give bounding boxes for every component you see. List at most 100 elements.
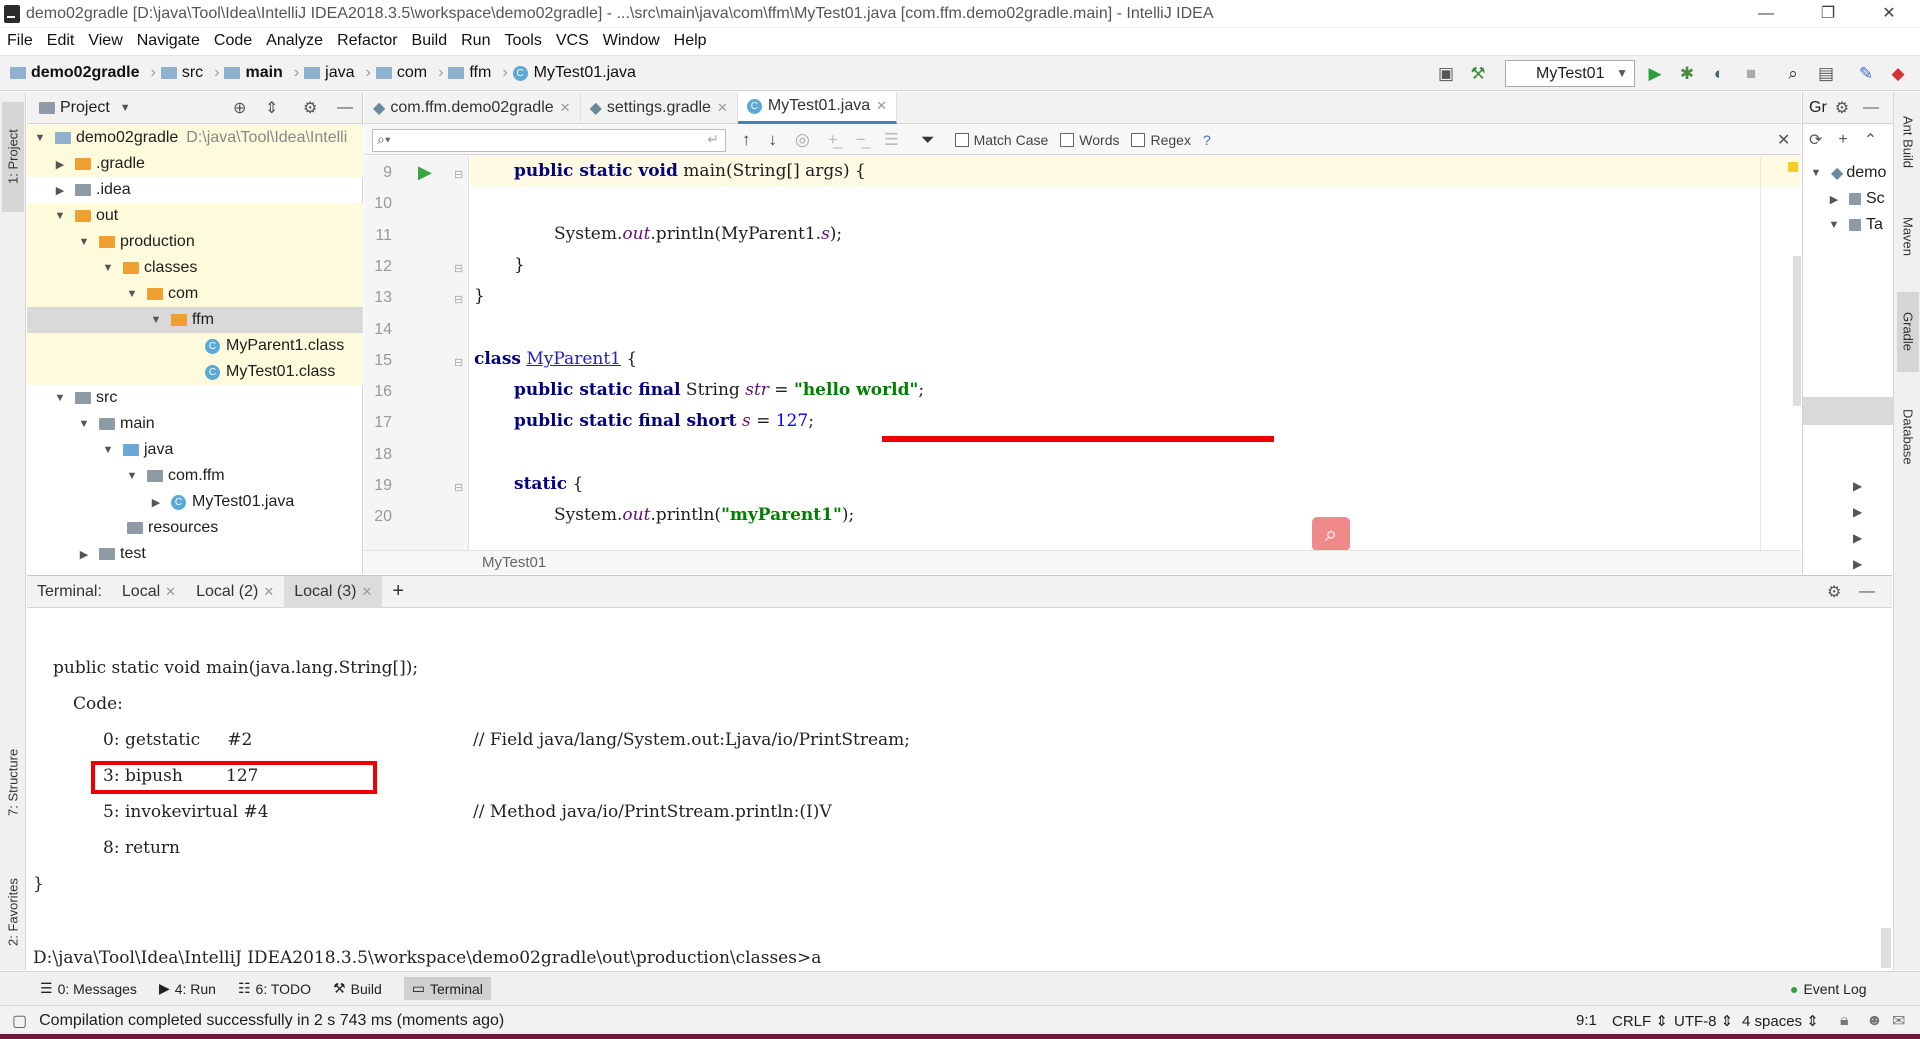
new-terminal-button[interactable]: + xyxy=(382,576,414,608)
encoding-select[interactable]: UTF-8 ⇕ xyxy=(1674,1012,1733,1030)
inspection-status-icon[interactable] xyxy=(1788,162,1798,172)
code-area[interactable]: public static void main(String[] args) {… xyxy=(470,156,1801,551)
project-view-select[interactable]: Project xyxy=(60,99,110,117)
tree-item-main[interactable]: ▼ main xyxy=(27,411,363,437)
fold-marker-icon[interactable]: ⊟ xyxy=(454,481,463,494)
project-tool-tab[interactable]: 1: Project xyxy=(2,102,24,212)
breadcrumb-src[interactable]: src xyxy=(160,64,203,82)
tab-com-ffm-demo02gradle[interactable]: ◆ com.ffm.demo02gradle ✕ xyxy=(364,91,581,124)
tree-item-resources[interactable]: resources xyxy=(27,515,363,541)
filter-icon[interactable]: ⏷ xyxy=(921,130,935,150)
close-tab-icon[interactable]: ✕ xyxy=(717,100,728,116)
settings-gear-icon[interactable]: ⚙ xyxy=(303,98,317,118)
menu-vcs[interactable]: VCS xyxy=(556,28,589,54)
menu-view[interactable]: View xyxy=(88,28,122,54)
status-layout-icon[interactable]: ▢ xyxy=(12,1011,27,1031)
line-separator-select[interactable]: CRLF ⇕ xyxy=(1612,1012,1668,1030)
tab-mytest01-java[interactable]: C MyTest01.java ✕ xyxy=(737,91,898,124)
regex-help-link[interactable]: ? xyxy=(1203,132,1211,148)
event-log-tool-tab[interactable]: ● Event Log xyxy=(1790,981,1867,997)
add-icon[interactable]: + xyxy=(1838,131,1847,149)
find-all-icon[interactable]: ◎ xyxy=(795,130,810,150)
debug-bug-icon[interactable]: ✱ xyxy=(1677,64,1697,84)
tree-item-myparent1-class[interactable]: C MyParent1.class xyxy=(27,333,363,359)
tree-item-mytest01-class[interactable]: C MyTest01.class xyxy=(27,359,363,385)
fold-marker-icon[interactable]: ⊟ xyxy=(454,168,463,181)
run-gutter-icon[interactable]: ▶ xyxy=(418,162,432,183)
menu-help[interactable]: Help xyxy=(674,28,707,54)
menu-analyze[interactable]: Analyze xyxy=(266,28,323,54)
close-tab-icon[interactable]: ✕ xyxy=(165,584,176,600)
terminal-prompt[interactable]: D:\java\Tool\Idea\IntelliJ IDEA2018.3.5\… xyxy=(33,948,821,968)
close-tab-icon[interactable]: ✕ xyxy=(263,584,274,600)
gradle-tool-tab[interactable]: Gradle xyxy=(1897,292,1919,372)
collapse-icon[interactable]: ⌃ xyxy=(1864,130,1877,150)
tree-item-production[interactable]: ▼ production xyxy=(27,229,363,255)
restore-button[interactable]: ❐ xyxy=(1805,0,1851,28)
coverage-icon[interactable]: ◐ xyxy=(1709,64,1729,84)
collapsed-arrow-icon[interactable]: ▶ xyxy=(1853,531,1862,545)
terminal-tab-local[interactable]: Local ✕ xyxy=(112,576,186,608)
previous-occurrence-icon[interactable]: ↑ xyxy=(742,130,751,150)
database-tool-tab[interactable]: Database xyxy=(1897,392,1919,482)
menu-run[interactable]: Run xyxy=(461,28,490,54)
project-structure-icon[interactable]: ▤ xyxy=(1816,64,1836,84)
breadcrumb-main[interactable]: main xyxy=(224,64,283,82)
breadcrumb-com[interactable]: com xyxy=(375,64,427,82)
lock-icon[interactable]: 🔒︎ xyxy=(1840,1012,1849,1030)
close-find-icon[interactable]: ✕ xyxy=(1777,130,1790,150)
hide-panel-icon[interactable]: — xyxy=(337,99,353,117)
run-tool-tab[interactable]: ▶ 4: Run xyxy=(159,980,216,997)
plugin-icon[interactable]: ◆ xyxy=(1888,64,1908,84)
tree-item-src[interactable]: ▼ src xyxy=(27,385,363,411)
floating-search-icon[interactable]: ⌕ xyxy=(1312,517,1350,551)
structure-tool-tab[interactable]: 7: Structure xyxy=(2,732,24,832)
terminal-tab-local-2[interactable]: Local (2) ✕ xyxy=(186,576,284,608)
next-occurrence-icon[interactable]: ↓ xyxy=(769,130,778,150)
gradle-tree-tasks[interactable]: ▼ Ta xyxy=(1803,212,1893,238)
close-tab-icon[interactable]: ✕ xyxy=(361,584,372,600)
ant-build-tool-tab[interactable]: Ant Build xyxy=(1897,102,1919,182)
inspector-icon[interactable]: ☻ xyxy=(1866,1012,1883,1030)
tree-item-test[interactable]: ▶ test xyxy=(27,541,363,567)
maven-tool-tab[interactable]: Maven xyxy=(1897,202,1919,272)
fold-marker-icon[interactable]: ⊟ xyxy=(454,262,463,275)
stop-icon[interactable]: ■ xyxy=(1741,64,1761,84)
newline-icon[interactable]: ↵ xyxy=(707,131,719,148)
minimize-button[interactable]: — xyxy=(1743,0,1789,28)
messages-tool-tab[interactable]: ☰ 0: Messages xyxy=(40,980,137,997)
locate-target-icon[interactable]: ⊕ xyxy=(233,98,246,118)
settings-gear-icon[interactable]: ⚙ xyxy=(1827,582,1841,602)
match-case-checkbox[interactable]: Match Case xyxy=(954,132,1048,148)
hide-panel-icon[interactable]: — xyxy=(1863,99,1879,117)
status-message[interactable]: Compilation completed successfully in 2 … xyxy=(39,1012,504,1030)
collapsed-arrow-icon[interactable]: ▶ xyxy=(1853,479,1862,493)
editor-scrollbar[interactable] xyxy=(1793,256,1801,406)
todo-tool-tab[interactable]: ☷ 6: TODO xyxy=(238,980,311,997)
translate-icon[interactable]: ✎ xyxy=(1856,64,1876,84)
terminal-tool-tab[interactable]: ▭ Terminal xyxy=(403,977,491,1000)
menu-refactor[interactable]: Refactor xyxy=(337,28,397,54)
gradle-selected-row[interactable] xyxy=(1803,397,1893,425)
close-tab-icon[interactable]: ✕ xyxy=(876,98,887,114)
breadcrumb-java[interactable]: java xyxy=(304,64,355,82)
find-input[interactable]: ⌕▾ ↵ xyxy=(372,129,726,152)
terminal-scrollbar[interactable] xyxy=(1881,928,1891,968)
settings-gear-icon[interactable]: ⚙ xyxy=(1835,98,1849,118)
favorites-tool-tab[interactable]: 2: Favorites xyxy=(2,862,24,962)
indent-select[interactable]: 4 spaces ⇕ xyxy=(1742,1012,1819,1030)
terminal-tab-local-3[interactable]: Local (3) ✕ xyxy=(284,575,383,608)
tree-item-demo02gradle[interactable]: ▼ demo02gradle D:\java\Tool\Idea\Intelli xyxy=(27,125,363,151)
menu-navigate[interactable]: Navigate xyxy=(137,28,200,54)
select-all-occurrences-icon[interactable]: ☰ xyxy=(884,130,899,150)
build-hammer-icon[interactable]: ⚒ xyxy=(1468,64,1488,84)
search-icon[interactable]: ⌕ xyxy=(1783,64,1803,84)
editor-breadcrumb[interactable]: MyTest01 xyxy=(364,550,1801,574)
tree-item-ffm[interactable]: ▼ ffm xyxy=(27,307,363,333)
breadcrumb-project[interactable]: demo02gradle xyxy=(10,64,139,82)
menu-tools[interactable]: Tools xyxy=(504,28,541,54)
remove-occurrence-icon[interactable]: −̲ xyxy=(856,130,866,150)
menu-edit[interactable]: Edit xyxy=(47,28,75,54)
collapse-all-icon[interactable]: ⇕ xyxy=(265,98,278,118)
breadcrumb-ffm[interactable]: ffm xyxy=(448,64,491,82)
